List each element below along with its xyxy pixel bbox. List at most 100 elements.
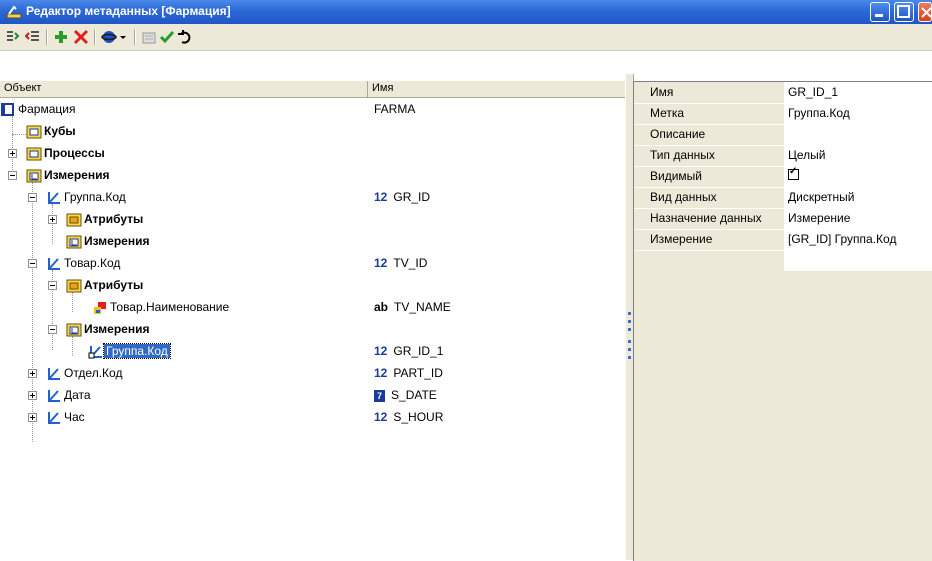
apply-button[interactable] [158, 28, 176, 46]
property-row[interactable]: Вид данных Дискретный [634, 187, 932, 209]
tree-value: FARMA [374, 102, 416, 116]
dimension-icon [48, 368, 60, 380]
tree-label: Атрибуты [84, 212, 144, 226]
column-name[interactable]: Имя [372, 82, 393, 94]
expand-toggle[interactable] [28, 391, 37, 400]
maximize-button[interactable] [894, 2, 914, 22]
connect-button[interactable] [100, 28, 118, 46]
property-value[interactable] [788, 166, 799, 183]
date-type-badge: 7 [374, 390, 386, 402]
delete-button[interactable] [72, 28, 90, 46]
tree-row[interactable]: Дата 7 S_DATE [0, 384, 625, 406]
database-icon [1, 103, 14, 116]
tree-value: 12 GR_ID [374, 190, 431, 204]
collapse-all-button[interactable] [24, 28, 42, 46]
tree-label: Группа.Код [64, 190, 126, 204]
tree-label: Товар.Код [64, 256, 121, 270]
property-name: Описание [650, 127, 706, 141]
property-row[interactable]: Измерение [GR_ID] Группа.Код [634, 229, 932, 251]
processes-folder-icon [26, 147, 42, 161]
tree-row[interactable]: Измерения [0, 318, 625, 340]
property-name: Метка [650, 106, 685, 120]
dimension-icon [48, 412, 60, 424]
expand-toggle[interactable] [28, 413, 37, 422]
dimension-icon [48, 390, 60, 402]
tree-row[interactable]: Час 12 S_HOUR [0, 406, 625, 428]
property-row[interactable]: Видимый [634, 166, 932, 188]
dimensions-folder-icon [26, 169, 42, 183]
property-value[interactable]: Целый [788, 148, 825, 162]
add-button[interactable] [52, 28, 70, 46]
title-bar: Редактор метаданных [Фармация] [0, 0, 932, 24]
connect-icon [101, 31, 117, 43]
tree-value: 7 S_DATE [374, 388, 437, 402]
property-row[interactable]: Тип данных Целый [634, 145, 932, 167]
property-value[interactable]: Группа.Код [788, 106, 850, 120]
property-row[interactable]: Назначение данных Измерение [634, 208, 932, 230]
undo-button[interactable] [176, 28, 194, 46]
tree-label: Отдел.Код [64, 366, 123, 380]
close-icon [921, 7, 932, 18]
property-row[interactable]: Имя GR_ID_1 [634, 82, 932, 104]
apply-icon [159, 31, 175, 44]
property-row[interactable]: Описание [634, 124, 932, 146]
property-value[interactable]: Дискретный [788, 190, 854, 204]
tree-label: Процессы [44, 146, 105, 160]
tree-row[interactable]: Фармация FARMA [0, 98, 625, 120]
tree-label: Измерения [84, 322, 150, 336]
property-value[interactable]: GR_ID_1 [788, 85, 838, 99]
collapse-toggle[interactable] [48, 325, 57, 334]
expand-all-button[interactable] [4, 28, 22, 46]
collapse-toggle[interactable] [48, 281, 57, 290]
cubes-folder-icon [26, 125, 42, 139]
column-object[interactable]: Объект [4, 82, 41, 94]
expand-toggle[interactable] [28, 369, 37, 378]
tree-row[interactable]: Измерения [0, 230, 625, 252]
tree-row[interactable]: Кубы [0, 120, 625, 142]
tree-row[interactable]: Атрибуты [0, 208, 625, 230]
tree-row[interactable]: Процессы [0, 142, 625, 164]
collapse-toggle[interactable] [28, 259, 37, 268]
tree-row-selected[interactable]: Группа.Код 12 GR_ID_1 [0, 340, 625, 362]
property-name: Видимый [650, 169, 702, 183]
undo-icon [178, 30, 191, 44]
tree-label: Группа.Код [103, 343, 171, 359]
tree-value: 12 TV_ID [374, 256, 428, 270]
dimension-link-icon [88, 346, 102, 359]
expand-toggle[interactable] [8, 149, 17, 158]
tree-label: Атрибуты [84, 278, 144, 292]
tree-row[interactable]: Товар.Наименование ab TV_NAME [0, 296, 625, 318]
tree-row[interactable]: Измерения [0, 164, 625, 186]
expand-toggle[interactable] [48, 215, 57, 224]
type-badge: 12 [374, 256, 388, 270]
property-value[interactable]: Измерение [788, 211, 850, 225]
tree-row[interactable]: Отдел.Код 12 PART_ID [0, 362, 625, 384]
collapse-all-icon [25, 31, 39, 41]
close-button[interactable] [918, 2, 932, 22]
tree-row[interactable]: Группа.Код 12 GR_ID [0, 186, 625, 208]
add-icon [55, 31, 67, 43]
collapse-toggle[interactable] [8, 171, 17, 180]
dimensions-folder-icon [66, 323, 82, 337]
tree-row[interactable]: Атрибуты [0, 274, 625, 296]
minimize-button[interactable] [870, 2, 890, 22]
property-row[interactable]: Метка Группа.Код [634, 103, 932, 125]
tree-label: Дата [64, 388, 91, 402]
type-badge: 12 [374, 366, 388, 380]
expand-all-icon [7, 31, 20, 41]
properties-icon [142, 32, 156, 44]
attribute-icon [94, 302, 106, 314]
tree-row[interactable]: Товар.Код 12 TV_ID [0, 252, 625, 274]
type-badge: 12 [374, 410, 388, 424]
type-badge: ab [374, 300, 389, 314]
dimension-icon [48, 258, 60, 270]
metadata-editor-icon [6, 5, 22, 19]
dimensions-folder-icon [66, 235, 82, 249]
collapse-toggle[interactable] [28, 193, 37, 202]
tree-label: Товар.Наименование [110, 300, 230, 314]
connect-dropdown-button[interactable] [118, 28, 128, 46]
visible-checkbox[interactable] [788, 166, 799, 180]
properties-button[interactable] [140, 28, 158, 46]
property-value[interactable]: [GR_ID] Группа.Код [788, 232, 896, 246]
property-name: Назначение данных [650, 211, 762, 225]
